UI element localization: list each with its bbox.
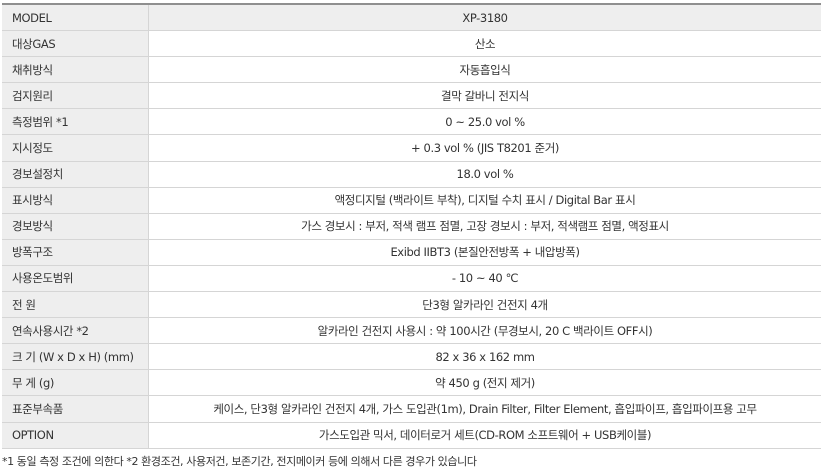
spec-label: 전 원	[2, 291, 149, 319]
spec-row: 무 게 (g) 약 450 g (전지 제거)	[2, 369, 821, 397]
spec-row: 사용온도범위 - 10 ~ 40 ℃	[2, 265, 821, 293]
spec-value: 자동흡입식	[148, 56, 821, 84]
spec-row: 검지원리 결막 갈바니 전지식	[2, 82, 821, 110]
spec-label: 대상GAS	[2, 30, 149, 58]
spec-label: OPTION	[2, 422, 149, 449]
spec-sheet: MODEL XP-3180 대상GAS 산소 채취방식 자동흡입식 검지원리 결막 갈바니 전…	[0, 0, 824, 471]
spec-value: 액정디지털 (백라이트 부착), 디지털 수치 표시 / Digital Bar…	[148, 187, 821, 214]
spec-row: 경보설정치 18.0 vol %	[2, 161, 821, 188]
spec-label: 표준부속품	[2, 395, 149, 423]
spec-label: 사용온도범위	[2, 265, 149, 293]
spec-value: 가스 경보시 : 부저, 적색 램프 점멸, 고장 경보시 : 부저, 적색램프…	[148, 213, 821, 240]
spec-value: XP-3180	[148, 3, 821, 32]
spec-value: 케이스, 단3형 알카라인 건전지 4개, 가스 도입관(1m), Drain …	[148, 395, 821, 423]
spec-header-row: MODEL XP-3180	[2, 3, 821, 32]
spec-label: 방폭구조	[2, 239, 149, 266]
spec-row: 대상GAS 산소	[2, 30, 821, 58]
spec-label: 검지원리	[2, 82, 149, 110]
spec-label: 크 기 (W x D x H) (mm)	[2, 343, 149, 371]
spec-row: 표준부속품 케이스, 단3형 알카라인 건전지 4개, 가스 도입관(1m), D…	[2, 395, 821, 423]
spec-row: 채취방식 자동흡입식	[2, 56, 821, 84]
spec-value: 단3형 알카라인 건전지 4개	[148, 291, 821, 319]
spec-label: 측정범위 *1	[2, 108, 149, 136]
spec-value: 0 ~ 25.0 vol %	[148, 108, 821, 136]
spec-table: MODEL XP-3180 대상GAS 산소 채취방식 자동흡입식 검지원리 결막 갈바니 전…	[2, 3, 821, 449]
spec-row: OPTION 가스도입관 믹서, 데이터로거 세트(CD-ROM 소프트웨어 + …	[2, 422, 821, 449]
spec-row: 측정범위 *1 0 ~ 25.0 vol %	[2, 108, 821, 136]
spec-value: 산소	[148, 30, 821, 58]
spec-table-body: MODEL XP-3180 대상GAS 산소 채취방식 자동흡입식 검지원리 결막 갈바니 전…	[2, 3, 821, 449]
spec-row: 연속사용시간 *2 알카라인 건전지 사용시 : 약 100시간 (무경보시, 2…	[2, 317, 821, 345]
spec-value: Exibd IIBT3 (본질안전방폭 + 내압방폭)	[148, 239, 821, 266]
footnote: *1 동일 측정 조건에 의한다 *2 환경조건, 사용저건, 보존기간, 전지…	[2, 455, 477, 468]
spec-label: 연속사용시간 *2	[2, 317, 149, 345]
spec-value: 결막 갈바니 전지식	[148, 82, 821, 110]
spec-label: 채취방식	[2, 56, 149, 84]
spec-row: 표시방식 액정디지털 (백라이트 부착), 디지털 수치 표시 / Digital…	[2, 187, 821, 214]
spec-row: 전 원 단3형 알카라인 건전지 4개	[2, 291, 821, 319]
spec-row: 크 기 (W x D x H) (mm) 82 x 36 x 162 mm	[2, 343, 821, 371]
spec-value: 18.0 vol %	[148, 161, 821, 188]
spec-row: 경보방식 가스 경보시 : 부저, 적색 램프 점멸, 고장 경보시 : 부저, …	[2, 213, 821, 240]
spec-value: 알카라인 건전지 사용시 : 약 100시간 (무경보시, 20 C 백라이트 …	[148, 317, 821, 345]
spec-value: 82 x 36 x 162 mm	[148, 343, 821, 371]
spec-label: MODEL	[2, 3, 149, 32]
spec-value: 가스도입관 믹서, 데이터로거 세트(CD-ROM 소프트웨어 + USB케이블…	[148, 422, 821, 449]
spec-value: + 0.3 vol % (JIS T8201 준거)	[148, 134, 821, 162]
spec-label: 무 게 (g)	[2, 369, 149, 397]
spec-value: 약 450 g (전지 제거)	[148, 369, 821, 397]
spec-label: 지시정도	[2, 134, 149, 162]
spec-label: 표시방식	[2, 187, 149, 214]
spec-row: 방폭구조 Exibd IIBT3 (본질안전방폭 + 내압방폭)	[2, 239, 821, 266]
spec-value: - 10 ~ 40 ℃	[148, 265, 821, 293]
spec-label: 경보설정치	[2, 161, 149, 188]
spec-label: 경보방식	[2, 213, 149, 240]
spec-row: 지시정도 + 0.3 vol % (JIS T8201 준거)	[2, 134, 821, 162]
